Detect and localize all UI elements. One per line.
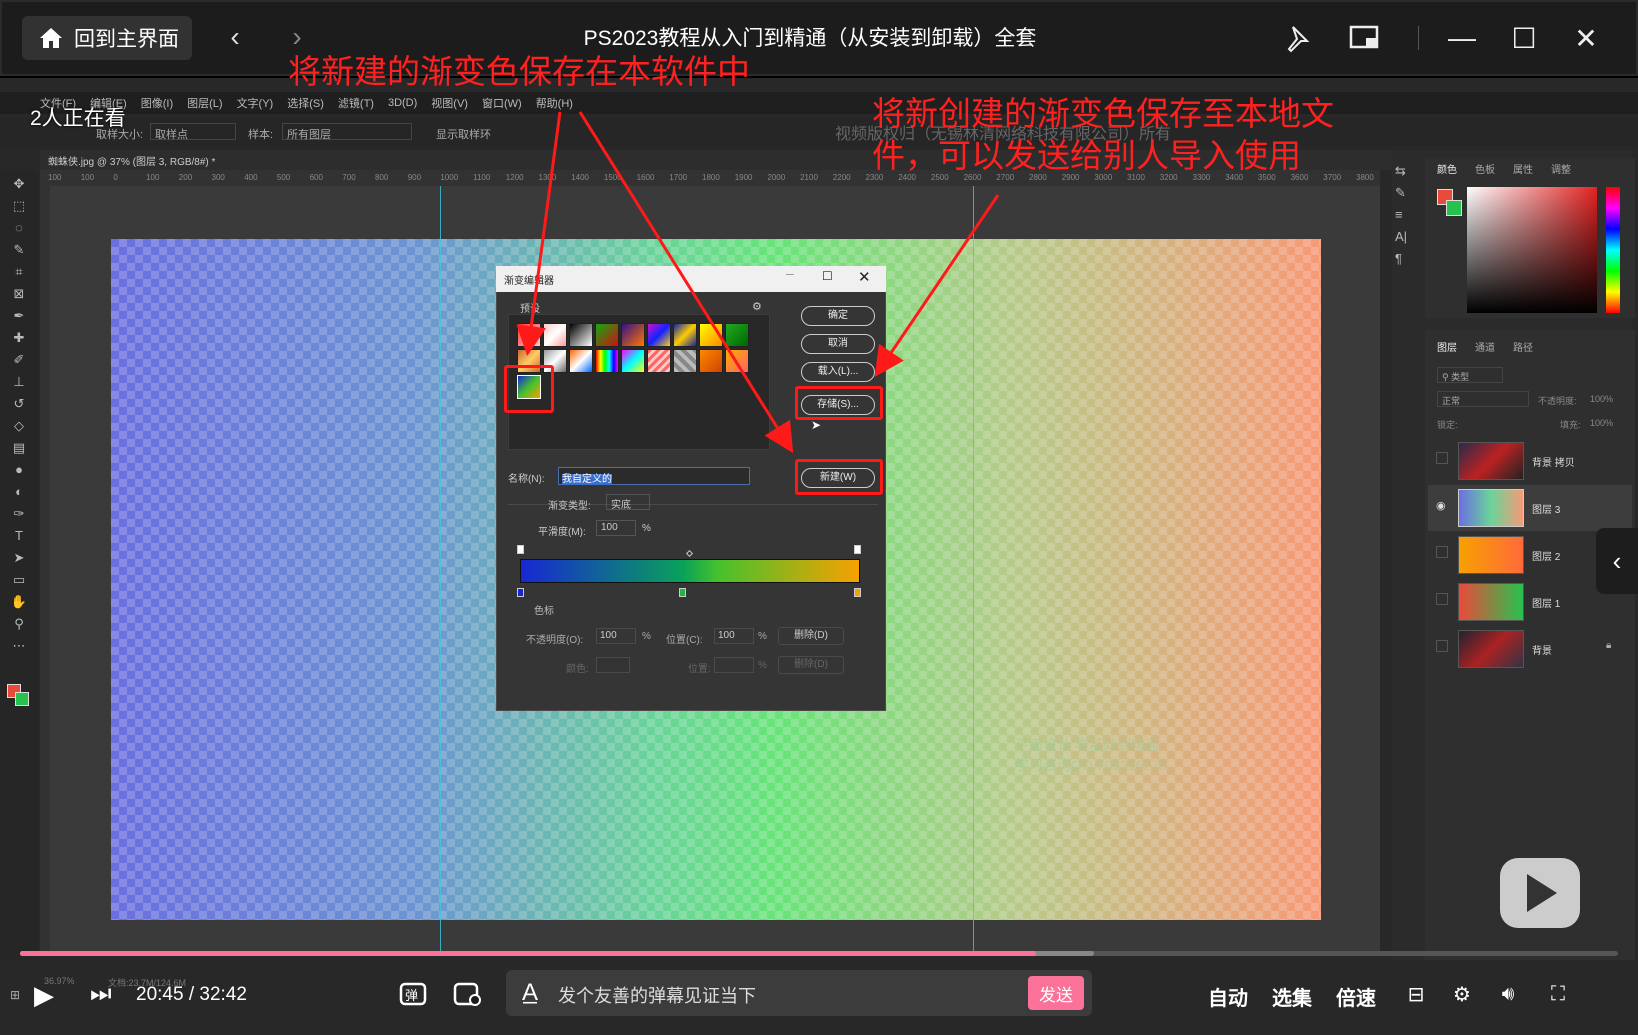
windows-icon: ⊞: [10, 988, 21, 1002]
play-button[interactable]: ▶: [34, 980, 54, 1011]
next-icon: ⏭︎: [90, 980, 112, 1007]
gear-icon: ⚙︎: [1453, 983, 1471, 1006]
annotation-arrows: [516, 111, 1000, 454]
time-separator: /: [188, 984, 195, 1005]
time-display: 20:45 / 32:42: [136, 984, 247, 1006]
annotation-save-to-file-line2: 件，可以发送给别人导入使用: [872, 137, 1301, 174]
quality-button[interactable]: 自动: [1208, 982, 1248, 1011]
arrow-to-preset: [516, 111, 562, 356]
current-time: 20:45: [136, 984, 184, 1005]
volume-button[interactable]: 🔊︎: [1492, 978, 1524, 1010]
settings-button[interactable]: ⚙︎: [1446, 978, 1478, 1010]
send-button[interactable]: 发送: [1028, 976, 1084, 1010]
danmaku-style-icon[interactable]: A̲: [522, 979, 538, 1007]
danmaku-toggle-button[interactable]: 弹: [398, 978, 430, 1010]
danmaku-settings-button[interactable]: [452, 978, 484, 1010]
progress-played: [20, 951, 1037, 956]
subtitle-icon: ⊟: [1407, 983, 1425, 1006]
episodes-button[interactable]: 选集: [1272, 982, 1312, 1011]
subtitle-button[interactable]: ⊟: [1400, 978, 1432, 1010]
annotation-save-in-app: 将新建的渐变色保存在本软件中: [288, 53, 750, 90]
danmaku-icon: 弹: [399, 982, 427, 1006]
fullscreen-icon: ⛶: [1551, 982, 1565, 1005]
annotation-save-to-file-line1: 将新创建的渐变色保存至本地文: [872, 95, 1334, 132]
danmaku-input[interactable]: 发个友善的弹幕见证当下: [558, 982, 756, 1008]
danmaku-settings-icon: [453, 982, 481, 1006]
volume-icon: 🔊︎: [1501, 982, 1515, 1005]
fullscreen-button[interactable]: ⛶: [1542, 978, 1574, 1010]
viewer-count: 2人正在看: [30, 107, 126, 130]
speed-button[interactable]: 倍速: [1336, 982, 1376, 1011]
arrow-to-save: [874, 194, 1000, 377]
play-icon: ▶: [34, 980, 54, 1010]
next-button[interactable]: ⏭︎: [90, 980, 112, 1008]
play-icon: [1527, 874, 1557, 912]
arrow-to-new: [578, 111, 794, 454]
svg-text:弹: 弹: [405, 989, 418, 1004]
total-time: 32:42: [199, 984, 247, 1005]
